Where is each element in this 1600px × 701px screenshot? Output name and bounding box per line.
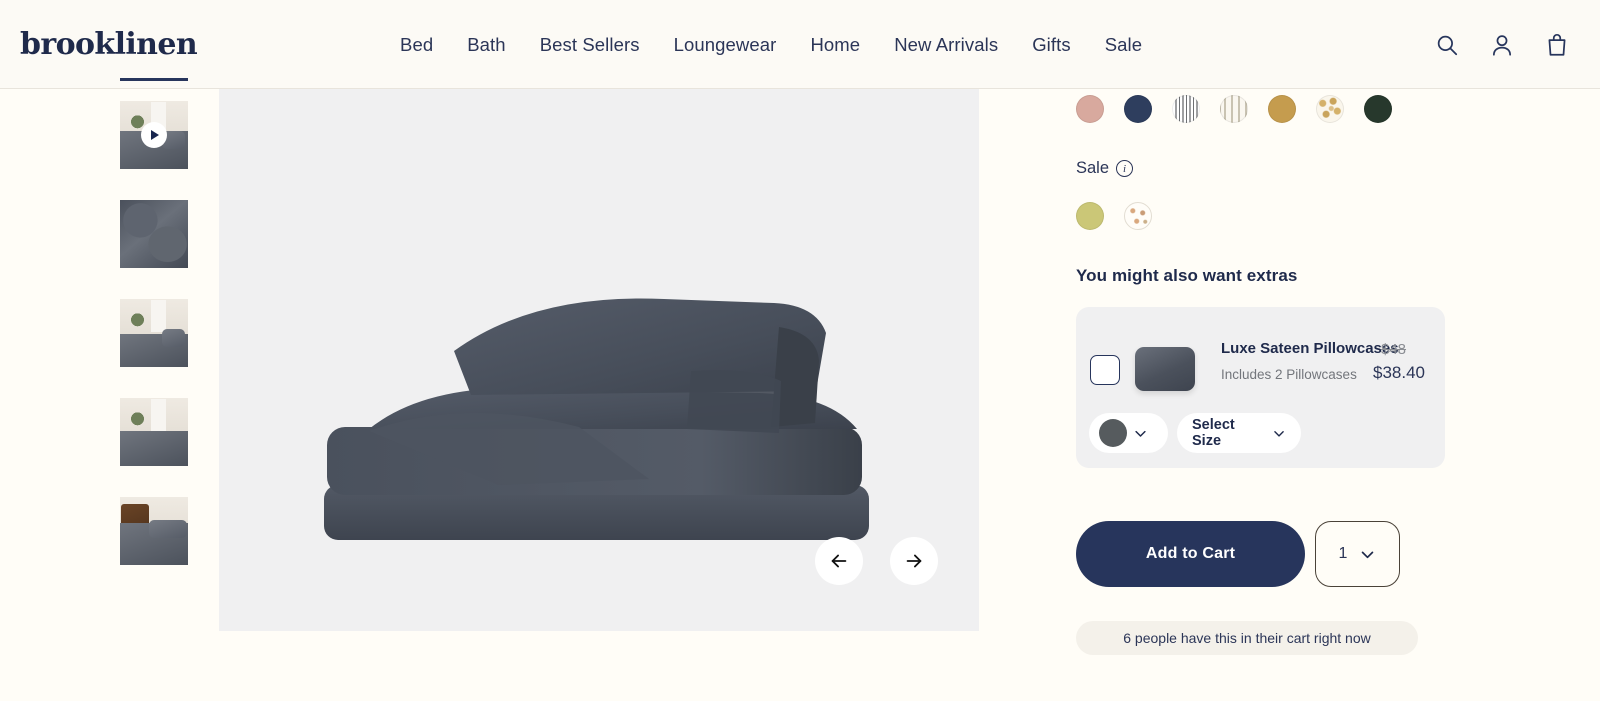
- extras-heading: You might also want extras: [1076, 266, 1298, 285]
- nav-item-loungewear[interactable]: Loungewear: [674, 34, 777, 56]
- color-swatch-gold[interactable]: [1268, 95, 1296, 123]
- nav-item-gifts[interactable]: Gifts: [1032, 34, 1071, 56]
- extras-card: Luxe Sateen Pillowcases $48 Includes 2 P…: [1076, 307, 1445, 468]
- cart-bag-icon[interactable]: [1544, 32, 1570, 58]
- extras-subtitle: Includes 2 Pillowcases: [1221, 367, 1357, 382]
- sale-label: Sale: [1076, 159, 1110, 177]
- quantity-value: 1: [1338, 545, 1348, 562]
- extras-color-dropdown[interactable]: [1089, 413, 1168, 453]
- sale-swatch-olive[interactable]: [1076, 202, 1104, 230]
- carousel-prev-button[interactable]: [815, 537, 863, 585]
- color-swatch-gray-stripe[interactable]: [1172, 95, 1200, 123]
- thumbnail-6[interactable]: [120, 497, 188, 565]
- sale-color-swatch-row: [1076, 202, 1152, 230]
- color-swatch-forest-green[interactable]: [1364, 95, 1392, 123]
- sale-section-header: Sale i: [1076, 159, 1134, 178]
- gallery-thumbnail-rail: [120, 78, 190, 596]
- extras-product-thumbnail: [1135, 347, 1195, 391]
- nav-item-sale[interactable]: Sale: [1105, 34, 1142, 56]
- chevron-down-icon: [1362, 551, 1374, 558]
- nav-item-home[interactable]: Home: [810, 34, 860, 56]
- social-proof-text: 6 people have this in their cart right n…: [1123, 630, 1371, 646]
- extras-product-name: Luxe Sateen Pillowcases: [1221, 340, 1399, 357]
- extras-original-price: $48: [1381, 341, 1407, 358]
- header-icon-group: [1434, 0, 1570, 89]
- thumbnail-4[interactable]: [120, 299, 188, 367]
- brooklinen-logo[interactable]: brooklinen: [20, 27, 198, 62]
- play-icon: [141, 122, 167, 148]
- search-icon[interactable]: [1434, 32, 1460, 58]
- arrow-right-icon: [906, 554, 922, 568]
- carousel-arrows: [815, 537, 938, 585]
- nav-item-bath[interactable]: Bath: [467, 34, 505, 56]
- extras-checkbox[interactable]: [1090, 355, 1120, 385]
- thumbnail-5[interactable]: [120, 398, 188, 466]
- quantity-selector[interactable]: 1: [1315, 521, 1400, 587]
- extras-size-label: Select Size: [1192, 417, 1235, 449]
- color-swatch-gold-floral[interactable]: [1316, 95, 1344, 123]
- carousel-next-button[interactable]: [890, 537, 938, 585]
- nav-item-best-sellers[interactable]: Best Sellers: [540, 34, 640, 56]
- sale-swatch-white-floral[interactable]: [1124, 202, 1152, 230]
- product-hero-image: [219, 89, 979, 631]
- social-proof-banner: 6 people have this in their cart right n…: [1076, 621, 1418, 655]
- thumbnail-1-active[interactable]: [120, 78, 188, 81]
- account-icon[interactable]: [1489, 32, 1515, 58]
- chevron-down-icon: [1274, 430, 1284, 437]
- extras-sale-price: $38.40: [1373, 363, 1425, 382]
- add-to-cart-button[interactable]: Add to Cart: [1076, 521, 1305, 587]
- arrow-left-icon: [831, 554, 847, 568]
- thumbnail-3[interactable]: [120, 200, 188, 268]
- color-swatch-row: [1076, 95, 1392, 123]
- thumbnail-2-video[interactable]: [120, 101, 188, 169]
- info-icon[interactable]: i: [1116, 160, 1134, 177]
- extras-selected-color-swatch: [1099, 419, 1127, 447]
- color-swatch-beige-stripe[interactable]: [1220, 95, 1248, 123]
- nav-item-bed[interactable]: Bed: [400, 34, 433, 56]
- site-header: brooklinen Bed Bath Best Sellers Loungew…: [0, 0, 1600, 89]
- color-swatch-navy[interactable]: [1124, 95, 1152, 123]
- chevron-down-icon: [1135, 430, 1146, 437]
- nav-item-new-arrivals[interactable]: New Arrivals: [894, 34, 998, 56]
- color-swatch-blush[interactable]: [1076, 95, 1104, 123]
- extras-size-dropdown[interactable]: Select Size: [1177, 413, 1301, 453]
- main-navigation: Bed Bath Best Sellers Loungewear Home Ne…: [400, 0, 1142, 89]
